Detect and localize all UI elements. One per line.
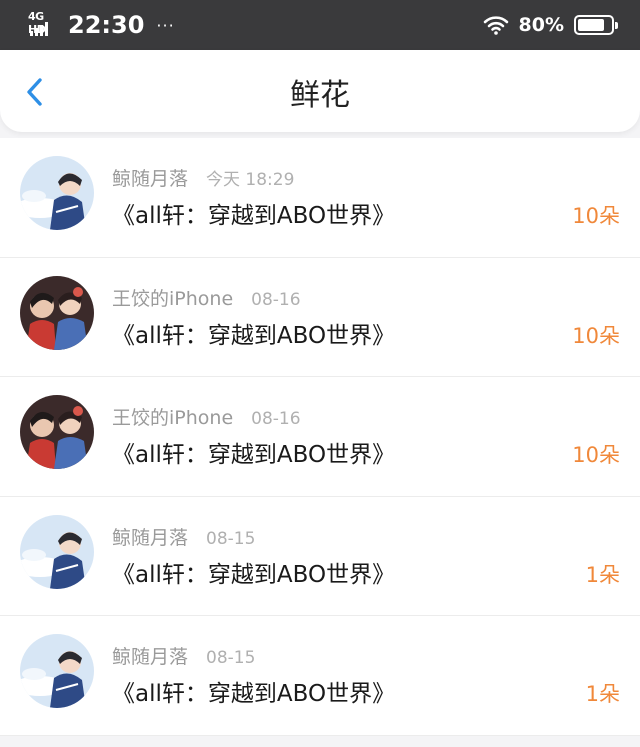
- book-title[interactable]: 《all轩：穿越到ABO世界》: [112, 555, 395, 589]
- list-item[interactable]: 鲸随月落 08-15 《all轩：穿越到ABO世界》 1朵: [0, 496, 640, 616]
- flower-count: 10朵: [572, 323, 620, 348]
- record-meta: 王饺的iPhone 08-16: [112, 403, 301, 430]
- flower-list: 鲸随月落 今天 18:29 《all轩：穿越到ABO世界》 10朵 王饺的iPh…: [0, 138, 640, 736]
- record-meta: 鲸随月落 今天 18:29: [112, 164, 294, 191]
- sender-name[interactable]: 鲸随月落: [112, 164, 188, 191]
- record-meta: 鲸随月落 08-15: [112, 523, 255, 550]
- list-item[interactable]: 王饺的iPhone 08-16 《all轩：穿越到ABO世界》 10朵: [0, 377, 640, 497]
- list-item[interactable]: 王饺的iPhone 08-16 《all轩：穿越到ABO世界》 10朵: [0, 257, 640, 377]
- book-title[interactable]: 《all轩：穿越到ABO世界》: [112, 196, 395, 230]
- flower-count: 10朵: [572, 204, 620, 228]
- list-item[interactable]: 鲸随月落 08-15 《all轩：穿越到ABO世界》 1朵: [0, 616, 640, 736]
- record-date: 08-16: [251, 289, 301, 310]
- record-date: 08-15: [206, 528, 256, 549]
- record-date: 今天 18:29: [206, 170, 295, 190]
- avatar[interactable]: [20, 634, 94, 708]
- clock: 22:30: [68, 11, 145, 39]
- record-date: 08-15: [206, 648, 256, 668]
- avatar[interactable]: [20, 156, 94, 230]
- sender-name[interactable]: 王饺的iPhone: [112, 284, 233, 311]
- record-meta: 鲸随月落 08-15: [112, 642, 255, 669]
- flower-count: 10朵: [572, 443, 620, 467]
- sender-name[interactable]: 王饺的iPhone: [112, 403, 233, 430]
- signal-icon: 4G HD: [28, 9, 60, 41]
- sender-name[interactable]: 鲸随月落: [112, 523, 188, 550]
- avatar[interactable]: [20, 514, 94, 589]
- status-bar: 4G HD 22:30 ··· 80%: [0, 0, 640, 50]
- nav-header: 鲜花: [0, 50, 640, 132]
- flower-count: 1朵: [585, 682, 620, 706]
- page-title: 鲜花: [290, 78, 350, 113]
- status-left: 4G HD 22:30 ···: [28, 9, 175, 41]
- list-item[interactable]: 鲸随月落 今天 18:29 《all轩：穿越到ABO世界》 10朵: [0, 138, 640, 258]
- book-title[interactable]: 《all轩：穿越到ABO世界》: [112, 316, 395, 350]
- more-notifications-icon: ···: [156, 15, 175, 35]
- status-right: 80%: [483, 14, 618, 36]
- wifi-icon: [483, 16, 508, 35]
- sender-name[interactable]: 鲸随月落: [112, 642, 188, 669]
- record-meta: 王饺的iPhone 08-16: [112, 284, 301, 311]
- book-title[interactable]: 《all轩：穿越到ABO世界》: [112, 674, 395, 708]
- flower-count: 1朵: [585, 562, 620, 587]
- battery-percent: 80%: [518, 14, 564, 36]
- record-date: 08-16: [251, 409, 301, 429]
- avatar[interactable]: [20, 275, 94, 350]
- book-title[interactable]: 《all轩：穿越到ABO世界》: [112, 435, 395, 469]
- avatar[interactable]: [20, 395, 94, 469]
- battery-icon: [574, 15, 618, 35]
